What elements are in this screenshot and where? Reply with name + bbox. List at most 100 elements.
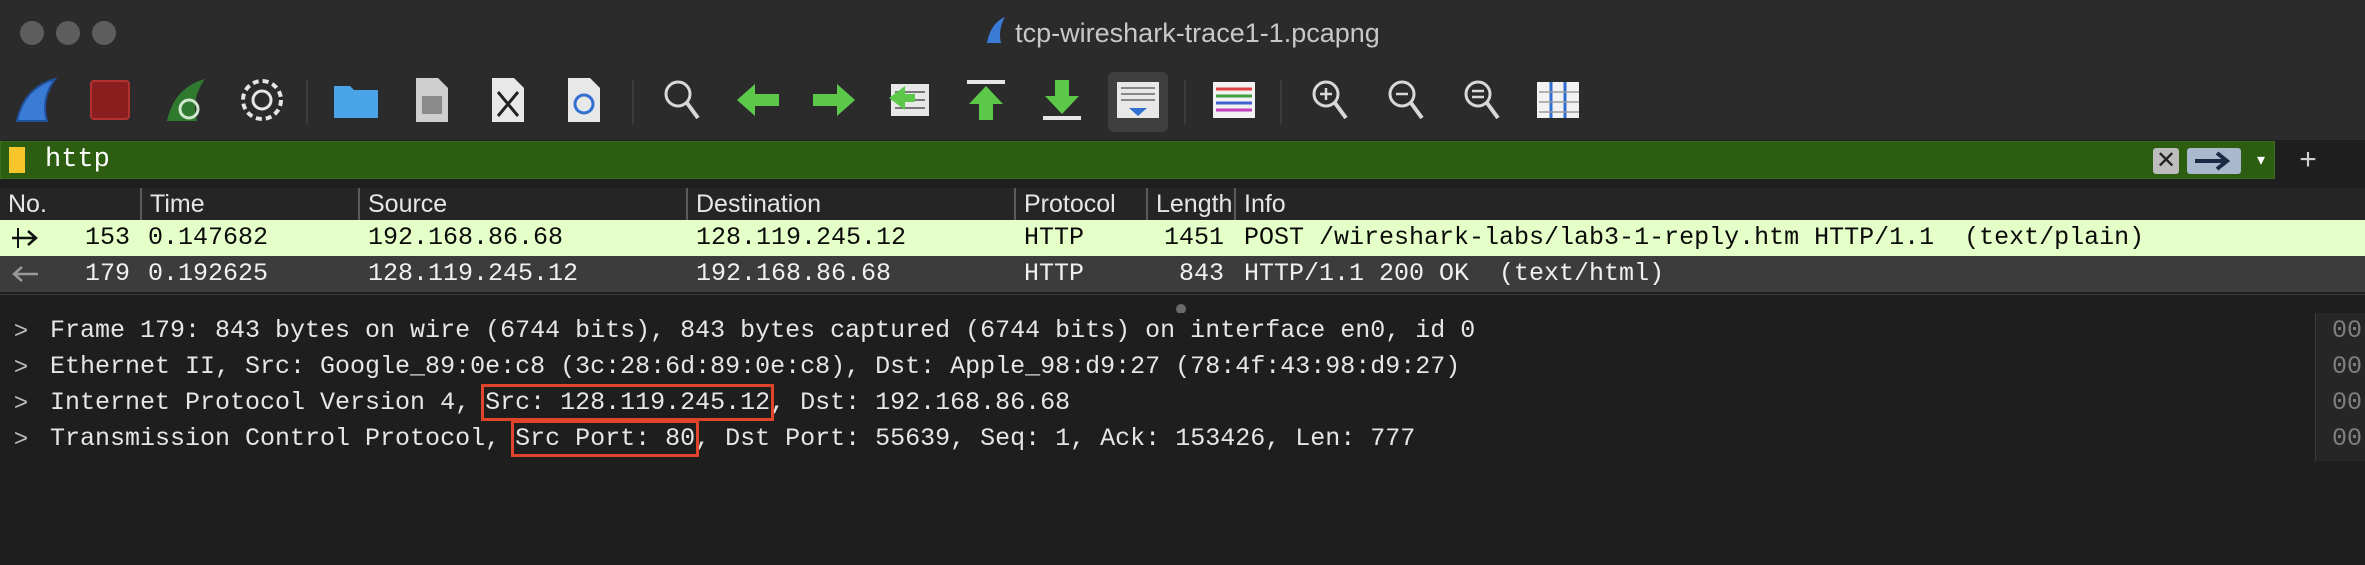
go-first-button[interactable]	[956, 72, 1016, 132]
bytes-offset: 00	[2332, 352, 2363, 381]
column-header-source[interactable]: Source	[358, 188, 686, 220]
bytes-offset: 00	[2332, 388, 2363, 417]
window-title: tcp-wireshark-trace1-1.pcapng	[0, 15, 2365, 52]
go-to-packet-button[interactable]	[880, 72, 940, 132]
apply-filter-button[interactable]	[2187, 148, 2241, 174]
packet-bytes-pane[interactable]: 00 00 00 00	[2315, 313, 2365, 461]
auto-scroll-icon	[1115, 78, 1161, 127]
expand-chevron-icon[interactable]: >	[14, 313, 28, 349]
folder-icon	[332, 80, 380, 125]
open-file-button[interactable]	[326, 72, 386, 132]
toolbar-separator	[632, 80, 634, 124]
goto-packet-icon	[887, 78, 933, 127]
packet-row[interactable]: 179 0.192625 128.119.245.12 192.168.86.6…	[0, 256, 2365, 292]
packet-details-pane: > Frame 179: 843 bytes on wire (6744 bit…	[0, 313, 2310, 461]
go-forward-button[interactable]	[804, 72, 864, 132]
recent-filters-dropdown[interactable]: ▾	[2251, 148, 2271, 174]
clear-filter-button[interactable]: ✕	[2153, 148, 2179, 174]
go-back-button[interactable]	[728, 72, 788, 132]
packet-destination: 192.168.86.68	[696, 259, 892, 288]
display-filter-bar: http ✕ ▾	[0, 141, 2275, 179]
detail-tcp[interactable]: > Transmission Control Protocol, Src Por…	[0, 420, 2310, 457]
arrow-left-icon	[735, 82, 781, 123]
detail-tcp-prefix: Transmission Control Protocol,	[50, 424, 516, 453]
reload-icon	[564, 76, 604, 129]
add-filter-button[interactable]: +	[2293, 141, 2323, 179]
packet-info: POST /wireshark-labs/lab3-1-reply.htm HT…	[1244, 223, 2145, 252]
packet-source: 192.168.86.68	[368, 223, 564, 252]
highlighted-src-port: Src Port: 80	[511, 420, 700, 457]
detail-tcp-suffix: , Dst Port: 55639, Seq: 1, Ack: 153426, …	[695, 424, 1416, 453]
reload-file-button[interactable]	[554, 72, 614, 132]
stop-icon	[88, 78, 132, 127]
resize-columns-button[interactable]	[1528, 72, 1588, 132]
title-bar: tcp-wireshark-trace1-1.pcapng	[0, 0, 2365, 66]
packet-info: HTTP/1.1 200 OK (text/html)	[1244, 259, 1665, 288]
colorize-button[interactable]	[1204, 72, 1264, 132]
arrow-up-bar-icon	[965, 78, 1007, 127]
detail-ipv4-suffix: , Dst: 192.168.86.68	[770, 388, 1071, 417]
expand-chevron-icon[interactable]: >	[14, 421, 28, 457]
packet-length: 1451	[1163, 223, 1224, 252]
detail-frame-text: Frame 179: 843 bytes on wire (6744 bits)…	[50, 316, 1476, 345]
detail-frame[interactable]: > Frame 179: 843 bytes on wire (6744 bit…	[0, 313, 2310, 349]
column-header-destination[interactable]: Destination	[686, 188, 1014, 220]
document-icon	[412, 76, 452, 129]
packet-destination: 128.119.245.12	[696, 223, 907, 252]
packet-source: 128.119.245.12	[368, 259, 579, 288]
capture-options-button[interactable]	[232, 72, 292, 132]
display-filter-input[interactable]: http	[45, 145, 110, 175]
gear-icon	[239, 77, 285, 128]
packet-time: 0.192625	[148, 259, 269, 288]
column-header-protocol[interactable]: Protocol	[1014, 188, 1146, 220]
shark-fin-icon	[13, 75, 59, 130]
toolbar-separator	[306, 80, 308, 124]
zoom-in-icon	[1310, 78, 1350, 127]
zoom-out-button[interactable]	[1376, 72, 1436, 132]
arrow-right-icon	[811, 82, 857, 123]
packet-time: 0.147682	[148, 223, 269, 252]
arrow-down-bar-icon	[1041, 78, 1083, 127]
detail-ipv4[interactable]: > Internet Protocol Version 4, Src: 128.…	[0, 384, 2310, 421]
detail-ethernet[interactable]: > Ethernet II, Src: Google_89:0e:c8 (3c:…	[0, 349, 2310, 385]
column-header-time[interactable]: Time	[140, 188, 358, 220]
bytes-offset: 00	[2332, 424, 2363, 453]
close-file-icon	[488, 76, 528, 129]
restart-fin-icon	[163, 75, 209, 130]
packet-list-header: No. Time Source Destination Protocol Len…	[0, 188, 2365, 221]
packet-no: 179	[84, 259, 130, 288]
find-packet-button[interactable]	[652, 72, 712, 132]
save-file-button[interactable]	[402, 72, 462, 132]
start-capture-button[interactable]	[6, 72, 66, 132]
zoom-normal-button[interactable]	[1452, 72, 1512, 132]
packet-protocol: HTTP	[1024, 223, 1085, 252]
go-last-button[interactable]	[1032, 72, 1092, 132]
restart-capture-button[interactable]	[156, 72, 216, 132]
toolbar-separator	[1280, 80, 1282, 124]
expand-chevron-icon[interactable]: >	[14, 349, 28, 385]
main-toolbar	[0, 66, 2365, 140]
bytes-offset: 00	[2332, 316, 2363, 345]
packet-length: 843	[1178, 259, 1224, 288]
detail-ipv4-prefix: Internet Protocol Version 4,	[50, 388, 486, 417]
expand-chevron-icon[interactable]: >	[14, 385, 28, 421]
zoom-out-icon	[1386, 78, 1426, 127]
highlighted-ip-src: Src: 128.119.245.12	[481, 384, 775, 421]
arrow-right-icon	[2187, 151, 2241, 178]
detail-ethernet-text: Ethernet II, Src: Google_89:0e:c8 (3c:28…	[50, 352, 1461, 381]
wireshark-fin-icon	[985, 15, 1007, 52]
column-header-info[interactable]: Info	[1234, 188, 2365, 220]
packet-protocol: HTTP	[1024, 259, 1085, 288]
stop-capture-button[interactable]	[80, 72, 140, 132]
bookmark-icon[interactable]	[9, 147, 25, 173]
toolbar-separator	[1184, 80, 1186, 124]
zoom-in-button[interactable]	[1300, 72, 1360, 132]
auto-scroll-button[interactable]	[1108, 72, 1168, 132]
column-header-length[interactable]: Length	[1146, 188, 1234, 220]
close-file-button[interactable]	[478, 72, 538, 132]
packet-row[interactable]: 153 0.147682 192.168.86.68 128.119.245.1…	[0, 220, 2365, 256]
zoom-normal-icon	[1462, 78, 1502, 127]
packet-no: 153	[84, 223, 130, 252]
column-header-no[interactable]: No.	[0, 188, 140, 220]
magnifier-icon	[662, 78, 702, 127]
